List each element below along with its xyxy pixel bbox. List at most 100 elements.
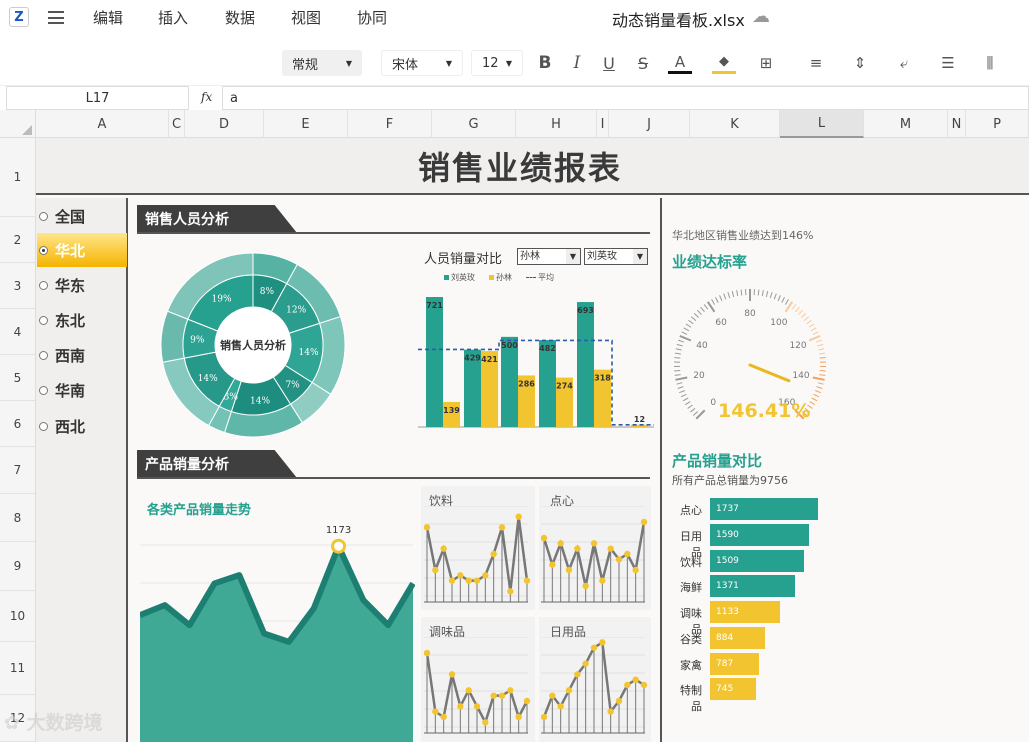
area-fill: [140, 546, 413, 742]
gauge-tick-label: 120: [789, 341, 806, 351]
data-point: [640, 681, 648, 689]
row-header-5[interactable]: 5: [0, 355, 35, 401]
col-header-c[interactable]: C: [169, 110, 185, 138]
region-option[interactable]: 西南: [37, 338, 127, 372]
row-header-7[interactable]: 7: [0, 447, 35, 494]
gauge-tick: [674, 357, 681, 359]
gauge-tick: [711, 299, 716, 305]
legend-label: 孙林: [496, 273, 512, 282]
col-header-l[interactable]: L: [780, 110, 864, 138]
menu-edit[interactable]: 编辑: [93, 7, 123, 28]
compare-legend: 刘英玫 孙林 平均: [444, 272, 554, 283]
gauge-tick: [688, 319, 694, 325]
row-header-9[interactable]: 9: [0, 542, 35, 591]
row-header-6[interactable]: 6: [0, 401, 35, 447]
col-header-f[interactable]: F: [348, 110, 432, 138]
border-icon[interactable]: ⊞: [756, 52, 776, 74]
cloud-icon[interactable]: ☁: [752, 6, 770, 27]
document-title[interactable]: 动态销量看板.xlsx: [612, 7, 745, 31]
col-header-g[interactable]: G: [432, 110, 516, 138]
donut-label: 7%: [285, 381, 300, 391]
font-color-icon[interactable]: A: [668, 52, 692, 74]
gauge-tick: [812, 376, 825, 381]
app-logo-icon[interactable]: Z: [9, 7, 29, 27]
data-point: [498, 692, 506, 699]
row-header-10[interactable]: 10: [0, 591, 35, 642]
col-header-i[interactable]: I: [597, 110, 609, 138]
col-header-j[interactable]: J: [609, 110, 690, 138]
font-size-select[interactable]: 12 ▼: [471, 50, 523, 76]
data-point: [482, 572, 489, 579]
name-box[interactable]: L17: [6, 86, 189, 110]
staff-donut-chart: 8%12%14%7%14%3%14%9%19%销售人员分析: [160, 252, 346, 438]
bar-liu: [426, 297, 443, 427]
data-point: [457, 703, 464, 710]
column-icon[interactable]: ⫼: [980, 52, 1000, 74]
donut-label: 14%: [250, 397, 270, 407]
region-label: 华南: [55, 381, 86, 400]
menu-data[interactable]: 数据: [225, 7, 255, 28]
region-option[interactable]: 西北: [37, 409, 127, 443]
person-select-b[interactable]: 刘英玫 ▼: [584, 248, 648, 265]
gauge-tick: [681, 331, 688, 335]
fill-color-icon[interactable]: ◆: [712, 52, 736, 74]
number-format-select[interactable]: 常规 ▼: [282, 50, 362, 76]
region-option[interactable]: 华东: [37, 268, 127, 302]
col-header-d[interactable]: D: [185, 110, 264, 138]
col-header-n[interactable]: N: [948, 110, 966, 138]
col-header-e[interactable]: E: [264, 110, 348, 138]
bar-liu: [577, 302, 594, 427]
col-header-h[interactable]: H: [516, 110, 597, 138]
row-header-3[interactable]: 3: [0, 263, 35, 309]
region-option[interactable]: 全国: [37, 199, 127, 233]
merge-icon[interactable]: ☰: [938, 52, 958, 74]
row-header-4[interactable]: 4: [0, 309, 35, 355]
row-header-11[interactable]: 11: [0, 642, 35, 695]
gauge-tick: [690, 316, 697, 321]
title-banner: 销售业绩报表: [36, 138, 1029, 195]
person-select-a[interactable]: 孙林 ▼: [517, 248, 581, 265]
hbar-category: 点心: [680, 504, 702, 517]
row-header-1[interactable]: 1: [0, 138, 35, 217]
spreadsheet-app: Z 编辑 插入 数据 视图 协同 动态销量看板.xlsx ☁ ↶ ↷ ⌑ ⌫ ¥…: [0, 0, 1029, 742]
menu-collab[interactable]: 协同: [357, 7, 387, 28]
region-option[interactable]: 华北: [37, 233, 127, 267]
radio-icon: [39, 385, 48, 395]
region-option[interactable]: 东北: [37, 303, 127, 337]
hbar: 1590: [710, 524, 809, 546]
bar-label: 274: [556, 382, 573, 391]
gauge-tick: [682, 397, 689, 402]
trend-title: 各类产品销量走势: [147, 503, 252, 518]
gauge-tick: [784, 299, 789, 305]
col-header-k[interactable]: K: [690, 110, 780, 138]
gauge-tick: [676, 343, 683, 347]
radio-icon: [39, 350, 48, 360]
font-select[interactable]: 宋体 ▼: [381, 50, 463, 76]
person-a-value: 孙林: [520, 251, 540, 262]
formula-input[interactable]: a: [222, 86, 1029, 110]
italic-icon[interactable]: I: [568, 52, 586, 74]
row-header-2[interactable]: 2: [0, 217, 35, 263]
select-all-corner[interactable]: [0, 110, 36, 138]
region-option[interactable]: 华南: [37, 373, 127, 407]
bar-label: 500: [501, 341, 518, 350]
strikethrough-icon[interactable]: S: [634, 52, 652, 74]
menu-insert[interactable]: 插入: [158, 7, 188, 28]
gauge-tick: [677, 386, 684, 389]
bold-icon[interactable]: B: [536, 52, 554, 74]
col-header-p[interactable]: P: [966, 110, 1029, 138]
hamburger-menu-icon[interactable]: [48, 11, 64, 24]
gauge-tick: [675, 348, 682, 351]
wrap-text-icon[interactable]: ⤶: [894, 52, 914, 74]
hbar-value: 1509: [716, 556, 739, 566]
hbar: 1509: [710, 550, 804, 572]
vertical-align-icon[interactable]: ⇕: [850, 52, 870, 74]
data-point: [590, 540, 598, 547]
underline-icon[interactable]: U: [600, 52, 618, 74]
col-header-m[interactable]: M: [864, 110, 948, 138]
gauge-tick-label: 0: [710, 398, 716, 408]
row-header-8[interactable]: 8: [0, 494, 35, 542]
col-header-a[interactable]: A: [36, 110, 169, 138]
menu-view[interactable]: 视图: [291, 7, 321, 28]
align-icon[interactable]: ≡: [806, 52, 826, 74]
